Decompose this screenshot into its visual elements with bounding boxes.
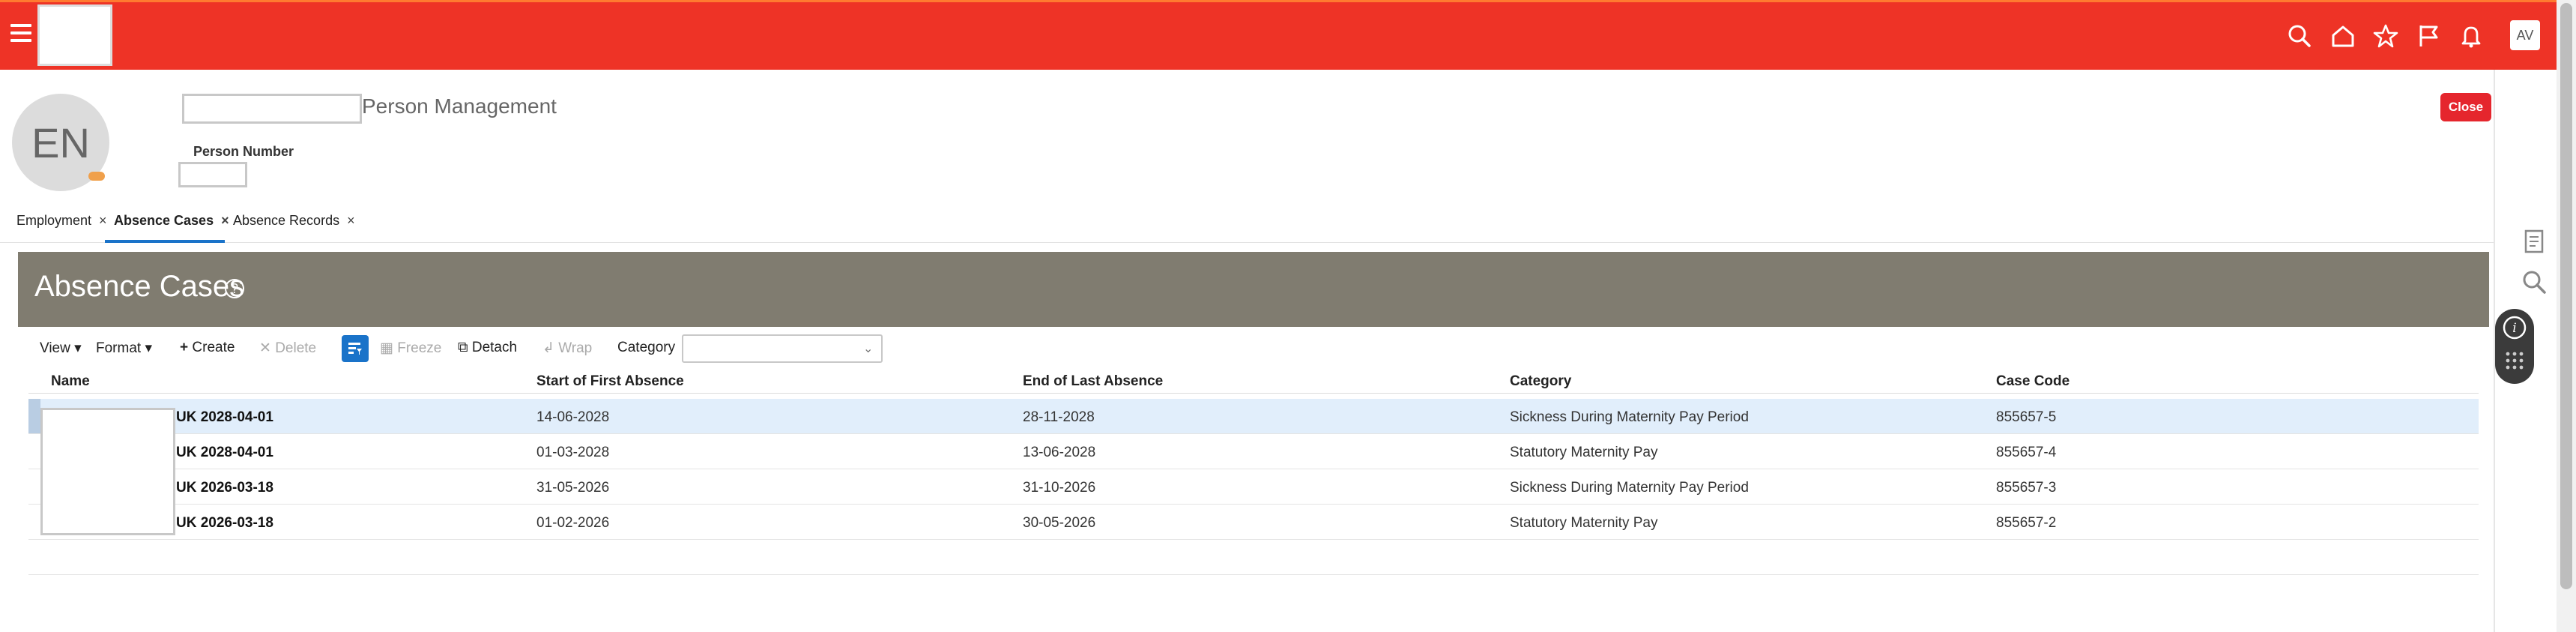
tabs-divider bbox=[0, 242, 2495, 243]
cell-category: Statutory Maternity Pay bbox=[1510, 515, 1658, 531]
wrap-button[interactable]: ↲ Wrap bbox=[542, 340, 592, 357]
redacted-image bbox=[40, 408, 175, 535]
person-number-label: Person Number bbox=[193, 144, 294, 159]
svg-text:i: i bbox=[2512, 321, 2516, 336]
cell-name[interactable]: UK 2026-03-18 bbox=[176, 515, 273, 532]
column-header-start[interactable]: Start of First Absence bbox=[536, 373, 684, 390]
delete-label: Delete bbox=[275, 340, 317, 356]
detach-button[interactable]: ⧉ Detach bbox=[458, 340, 517, 356]
flag-icon[interactable] bbox=[2413, 21, 2443, 51]
freeze-icon: ▦ bbox=[380, 340, 393, 356]
keypad-icon[interactable] bbox=[2503, 349, 2526, 372]
plus-icon: + bbox=[180, 340, 189, 355]
create-button[interactable]: + Create bbox=[180, 340, 235, 356]
format-menu[interactable]: Format ▾ bbox=[96, 340, 152, 357]
table-row[interactable] bbox=[28, 469, 2479, 505]
document-icon[interactable] bbox=[2521, 228, 2548, 255]
cell-start: 14-06-2028 bbox=[536, 409, 610, 425]
freeze-label: Freeze bbox=[397, 340, 442, 356]
cell-case-code: 855657-5 bbox=[1996, 409, 2057, 425]
cell-case-code: 855657-3 bbox=[1996, 480, 2057, 496]
home-icon[interactable] bbox=[2328, 21, 2358, 51]
category-select[interactable] bbox=[682, 334, 883, 363]
close-tab-icon[interactable]: × bbox=[221, 213, 229, 228]
chevron-down-icon: ▾ bbox=[74, 340, 82, 356]
freeze-button[interactable]: ▦ Freeze bbox=[380, 340, 441, 357]
query-by-example-button[interactable] bbox=[342, 335, 369, 362]
star-icon[interactable] bbox=[2371, 21, 2401, 51]
global-header bbox=[0, 0, 2557, 70]
cell-name[interactable]: UK 2028-04-01 bbox=[176, 445, 273, 461]
panel-title: Absence Cases bbox=[34, 270, 245, 303]
close-tab-icon[interactable]: × bbox=[347, 213, 355, 228]
close-tab-icon[interactable]: × bbox=[99, 213, 107, 228]
cell-start: 01-02-2026 bbox=[536, 515, 610, 531]
cell-end: 13-06-2028 bbox=[1023, 445, 1096, 460]
cell-category: Statutory Maternity Pay bbox=[1510, 445, 1658, 460]
detach-icon: ⧉ bbox=[458, 340, 468, 355]
tab-absence-cases[interactable]: Absence Cases × bbox=[114, 213, 229, 229]
help-icon[interactable]: ? bbox=[225, 279, 244, 298]
view-label: View bbox=[40, 340, 70, 356]
scrollbar-thumb[interactable] bbox=[2560, 3, 2572, 589]
column-header-end[interactable]: End of Last Absence bbox=[1023, 373, 1163, 390]
close-button[interactable]: Close bbox=[2440, 93, 2491, 121]
tab-label: Absence Cases bbox=[114, 213, 214, 228]
tab-label: Employment bbox=[16, 213, 92, 228]
detach-label: Detach bbox=[471, 340, 518, 355]
table-footer-divider bbox=[28, 574, 2479, 575]
company-logo[interactable] bbox=[37, 4, 112, 66]
chevron-down-icon[interactable]: ⌄ bbox=[863, 341, 873, 356]
person-name-redacted bbox=[182, 94, 362, 124]
magnifier-icon[interactable] bbox=[2521, 268, 2548, 295]
wrap-icon: ↲ bbox=[542, 340, 554, 356]
column-header-case-code[interactable]: Case Code bbox=[1996, 373, 2069, 390]
tab-employment[interactable]: Employment × bbox=[16, 213, 107, 229]
cell-end: 30-05-2026 bbox=[1023, 515, 1096, 531]
cell-start: 31-05-2026 bbox=[536, 480, 610, 496]
search-icon[interactable] bbox=[2285, 21, 2315, 51]
cell-category: Sickness During Maternity Pay Period bbox=[1510, 480, 1749, 496]
panel-header bbox=[18, 252, 2489, 327]
table-row[interactable] bbox=[28, 434, 2479, 469]
cell-case-code: 855657-4 bbox=[1996, 445, 2057, 460]
create-label: Create bbox=[192, 340, 235, 355]
cell-start: 01-03-2028 bbox=[536, 445, 610, 460]
delete-button[interactable]: ✕ Delete bbox=[259, 340, 316, 357]
avatar-status-badge bbox=[88, 172, 105, 181]
x-icon: ✕ bbox=[259, 340, 271, 356]
page-title: Person Management bbox=[362, 94, 557, 118]
assistant-widget[interactable]: i bbox=[2495, 309, 2534, 384]
table-row[interactable] bbox=[28, 505, 2479, 540]
wrap-label: Wrap bbox=[558, 340, 593, 356]
person-number-value-redacted bbox=[178, 162, 247, 187]
cell-case-code: 855657-2 bbox=[1996, 515, 2057, 531]
view-menu[interactable]: View ▾ bbox=[40, 340, 82, 357]
column-header-name[interactable]: Name bbox=[51, 373, 90, 390]
selected-row-marker bbox=[28, 399, 40, 433]
table-header-divider bbox=[28, 393, 2479, 394]
bell-icon[interactable] bbox=[2456, 21, 2486, 51]
table-row[interactable] bbox=[28, 399, 2479, 434]
user-avatar[interactable]: AV bbox=[2510, 20, 2540, 50]
active-tab-indicator bbox=[105, 240, 225, 243]
category-filter-label: Category bbox=[617, 340, 676, 355]
menu-icon[interactable] bbox=[10, 24, 34, 45]
tab-label: Absence Records bbox=[233, 213, 340, 228]
cell-end: 31-10-2026 bbox=[1023, 480, 1096, 496]
chevron-down-icon: ▾ bbox=[145, 340, 153, 356]
cell-end: 28-11-2028 bbox=[1023, 409, 1095, 425]
filter-icon bbox=[348, 343, 362, 355]
cell-category: Sickness During Maternity Pay Period bbox=[1510, 409, 1749, 425]
tab-absence-records[interactable]: Absence Records × bbox=[233, 213, 355, 229]
cell-name[interactable]: UK 2026-03-18 bbox=[176, 480, 273, 496]
info-icon[interactable]: i bbox=[2502, 315, 2527, 340]
column-header-category[interactable]: Category bbox=[1510, 373, 1571, 390]
cell-name[interactable]: UK 2028-04-01 bbox=[176, 409, 273, 426]
format-label: Format bbox=[96, 340, 142, 356]
